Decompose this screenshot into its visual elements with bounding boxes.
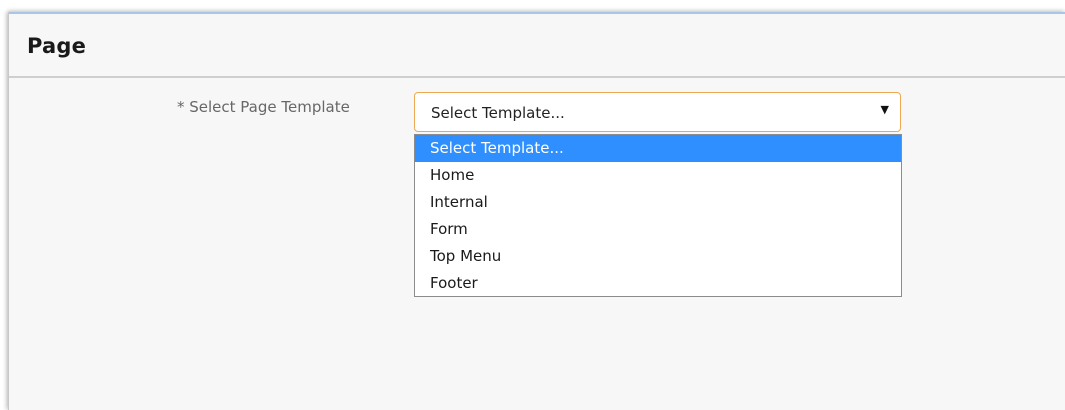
template-select-value: Select Template... — [431, 104, 565, 122]
template-select[interactable]: Select Template... ▼ — [414, 92, 901, 132]
panel-header: Page — [9, 14, 1065, 78]
dropdown-option-footer[interactable]: Footer — [415, 270, 901, 297]
dropdown-option-form[interactable]: Form — [415, 216, 901, 243]
template-dropdown-list[interactable]: Select Template... Home Internal Form To… — [414, 134, 902, 297]
page-title: Page — [27, 34, 87, 58]
caret-down-icon: ▼ — [880, 103, 889, 116]
page-panel: Page * Select Page Template Select Templ… — [8, 12, 1065, 410]
dropdown-option-internal[interactable]: Internal — [415, 189, 901, 216]
dropdown-option-top-menu[interactable]: Top Menu — [415, 243, 901, 270]
dropdown-option-select-template[interactable]: Select Template... — [415, 135, 901, 162]
template-field-label: * Select Page Template — [177, 98, 350, 116]
dropdown-option-home[interactable]: Home — [415, 162, 901, 189]
